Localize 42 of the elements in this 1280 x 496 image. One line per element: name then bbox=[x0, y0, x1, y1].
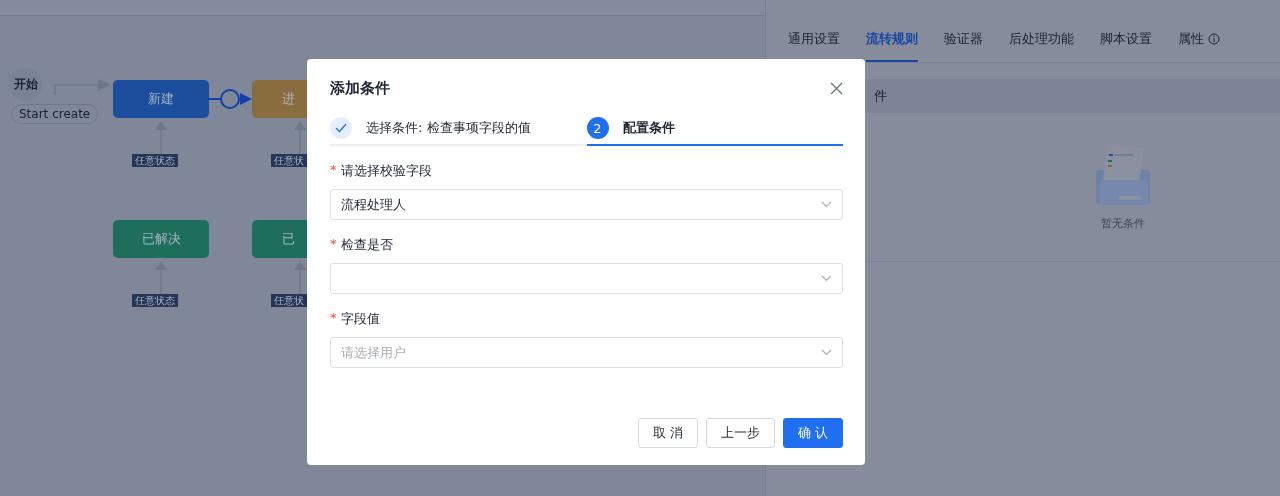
required-mark: * bbox=[330, 310, 337, 327]
arrow bbox=[294, 261, 306, 295]
arrow bbox=[155, 121, 167, 155]
field-label: 字段值 bbox=[340, 310, 380, 328]
chevron-down-icon bbox=[821, 275, 832, 282]
dialog-button[interactable]: 上一步 bbox=[705, 418, 775, 448]
empty-text: 暂无条件 bbox=[1101, 215, 1145, 231]
step-tab[interactable]: 选择条件: 检查事项字段的值 bbox=[330, 112, 587, 146]
step-tab[interactable]: 2 配置条件 bbox=[586, 112, 843, 146]
tab[interactable]: 流转规则 bbox=[866, 30, 918, 62]
tab[interactable]: 后处理功能 bbox=[1009, 30, 1074, 62]
step-label: 配置条件 bbox=[622, 119, 675, 137]
any-state-tag: 任意状 bbox=[271, 294, 307, 307]
status-node: 已解决 bbox=[113, 220, 209, 258]
tab[interactable]: 通用设置 bbox=[788, 30, 840, 62]
status-node: 新建 bbox=[113, 80, 209, 118]
tab[interactable]: 脚本设置 bbox=[1100, 30, 1152, 62]
required-mark: * bbox=[330, 162, 337, 179]
transition-label: Start create bbox=[11, 104, 99, 124]
close-icon bbox=[830, 82, 843, 95]
section-title: 件 bbox=[874, 87, 887, 105]
arrow bbox=[294, 121, 306, 155]
field-label: 请选择校验字段 bbox=[340, 162, 432, 180]
connector-handle bbox=[208, 89, 252, 109]
select-field[interactable]: 流程处理人 bbox=[330, 189, 843, 220]
arrow bbox=[155, 261, 167, 295]
any-state-tag: 任意状态 bbox=[132, 294, 178, 307]
dialog-button[interactable]: 取 消 bbox=[637, 418, 698, 448]
select-field[interactable] bbox=[330, 263, 843, 294]
tab[interactable]: 验证器 bbox=[944, 30, 983, 62]
any-state-tag: 任意状态 bbox=[132, 154, 178, 167]
confirm-button[interactable]: 确 认 bbox=[782, 418, 843, 448]
chevron-down-icon bbox=[821, 349, 832, 356]
check-icon bbox=[335, 123, 347, 133]
close-button[interactable] bbox=[830, 82, 843, 95]
step-number: 2 bbox=[586, 117, 609, 139]
step-label: 选择条件: 检查事项字段的值 bbox=[366, 119, 531, 137]
tab[interactable]: 属性 bbox=[1178, 30, 1220, 62]
required-mark: * bbox=[330, 236, 337, 253]
any-state-tag: 任意状 bbox=[271, 154, 307, 167]
start-node: 开始 bbox=[9, 68, 42, 101]
chevron-down-icon bbox=[821, 201, 832, 208]
